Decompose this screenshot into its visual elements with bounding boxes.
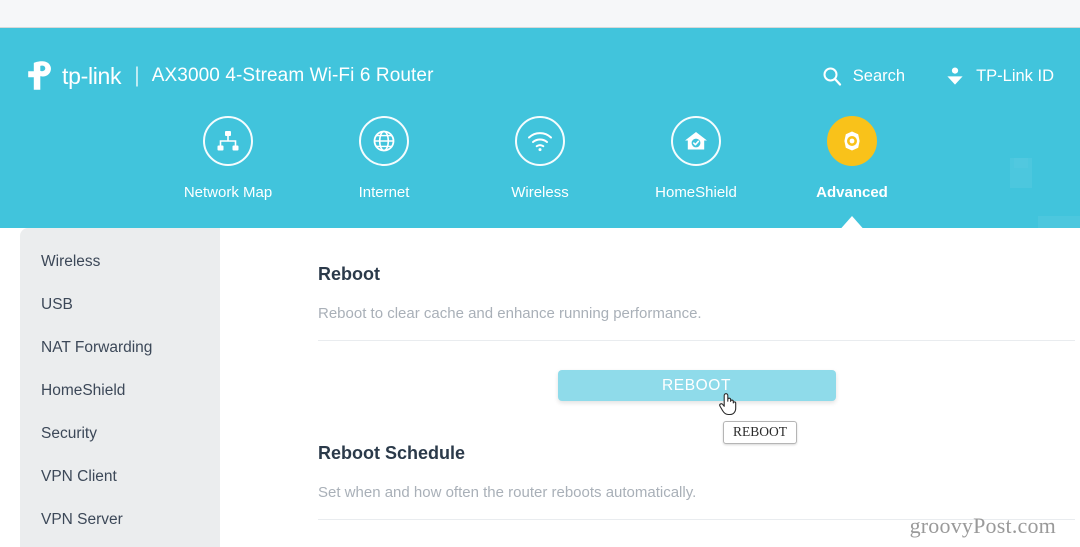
header-actions: Search TP-Link ID xyxy=(822,58,1054,94)
nav-label: Network Map xyxy=(183,184,273,201)
nav-icon-circle xyxy=(359,116,409,166)
sidebar-item-security[interactable]: Security xyxy=(20,412,220,455)
brand-separator: | xyxy=(134,64,140,87)
reboot-section-description: Reboot to clear cache and enhance runnin… xyxy=(318,305,702,322)
sidebar-item-label: Wireless xyxy=(41,252,101,270)
globe-icon xyxy=(373,130,395,152)
nav-label: Wireless xyxy=(511,184,569,201)
sidebar-item-nat-forwarding[interactable]: NAT Forwarding xyxy=(20,326,220,369)
router-admin-screenshot: tp-link | AX3000 4-Stream Wi-Fi 6 Router… xyxy=(0,0,1080,547)
nav-label: Internet xyxy=(358,184,410,201)
reboot-button[interactable]: REBOOT xyxy=(557,370,836,401)
nav-item-internet[interactable]: Internet xyxy=(306,116,462,201)
tp-link-id-button[interactable]: TP-Link ID xyxy=(945,66,1054,86)
brand[interactable]: tp-link | AX3000 4-Stream Wi-Fi 6 Router xyxy=(22,56,434,96)
sidebar-item-vpn-client[interactable]: VPN Client xyxy=(20,455,220,498)
nav-icon-circle xyxy=(515,116,565,166)
wifi-icon xyxy=(528,132,552,152)
tp-link-logo-icon xyxy=(28,61,51,90)
nav-icon-circle xyxy=(827,116,877,166)
sidebar-item-usb[interactable]: USB xyxy=(20,283,220,326)
nav-label: Advanced xyxy=(816,184,888,201)
nav-item-wireless[interactable]: Wireless xyxy=(462,116,618,201)
sidebar-item-label: HomeShield xyxy=(41,381,126,399)
network-topology-icon xyxy=(217,131,239,151)
section-divider xyxy=(318,340,1075,341)
reboot-schedule-section-title: Reboot Schedule xyxy=(318,443,466,463)
search-label: Search xyxy=(852,66,906,85)
reboot-button-row: REBOOT xyxy=(318,370,1075,401)
reboot-tooltip: REBOOT xyxy=(723,421,797,444)
page-header: tp-link | AX3000 4-Stream Wi-Fi 6 Router… xyxy=(0,28,1080,228)
user-account-icon xyxy=(947,67,963,85)
main-content: Reboot Reboot to clear cache and enhance… xyxy=(220,228,1080,547)
router-model-name: AX3000 4-Stream Wi-Fi 6 Router xyxy=(151,65,434,86)
nav-item-network-map[interactable]: Network Map xyxy=(150,116,306,201)
top-navigation: Network Map Internet Wireless HomeShield… xyxy=(0,116,1080,228)
nav-icon-circle xyxy=(203,116,253,166)
sidebar-item-label: NAT Forwarding xyxy=(41,338,153,356)
tp-link-id-label: TP-Link ID xyxy=(976,66,1054,85)
sidebar: Wireless USB NAT Forwarding HomeShield S… xyxy=(20,228,220,547)
sidebar-item-homeshield[interactable]: HomeShield xyxy=(20,369,220,412)
nav-item-advanced[interactable]: Advanced xyxy=(774,116,930,228)
nav-label: HomeShield xyxy=(655,184,737,201)
watermark: groovyPost.com xyxy=(909,513,1056,538)
reboot-schedule-section-description: Set when and how often the router reboot… xyxy=(318,484,697,501)
sidebar-item-wireless[interactable]: Wireless xyxy=(20,240,220,283)
sidebar-item-label: VPN Client xyxy=(41,467,117,485)
sidebar-item-label: VPN Server xyxy=(41,510,123,528)
search-button[interactable]: Search xyxy=(822,66,905,86)
home-shield-icon xyxy=(685,132,707,150)
brand-wordmark: tp-link xyxy=(62,62,122,89)
active-tab-pointer xyxy=(837,216,867,228)
sidebar-item-label: USB xyxy=(41,295,73,313)
sidebar-item-vpn-server[interactable]: VPN Server xyxy=(20,498,220,541)
nav-icon-circle xyxy=(671,116,721,166)
nav-item-homeshield[interactable]: HomeShield xyxy=(618,116,774,201)
sidebar-item-label: Security xyxy=(41,424,97,442)
reboot-section-title: Reboot xyxy=(318,264,380,284)
browser-chrome-strip xyxy=(0,0,1080,28)
gear-icon xyxy=(844,131,860,151)
search-icon xyxy=(823,67,841,86)
